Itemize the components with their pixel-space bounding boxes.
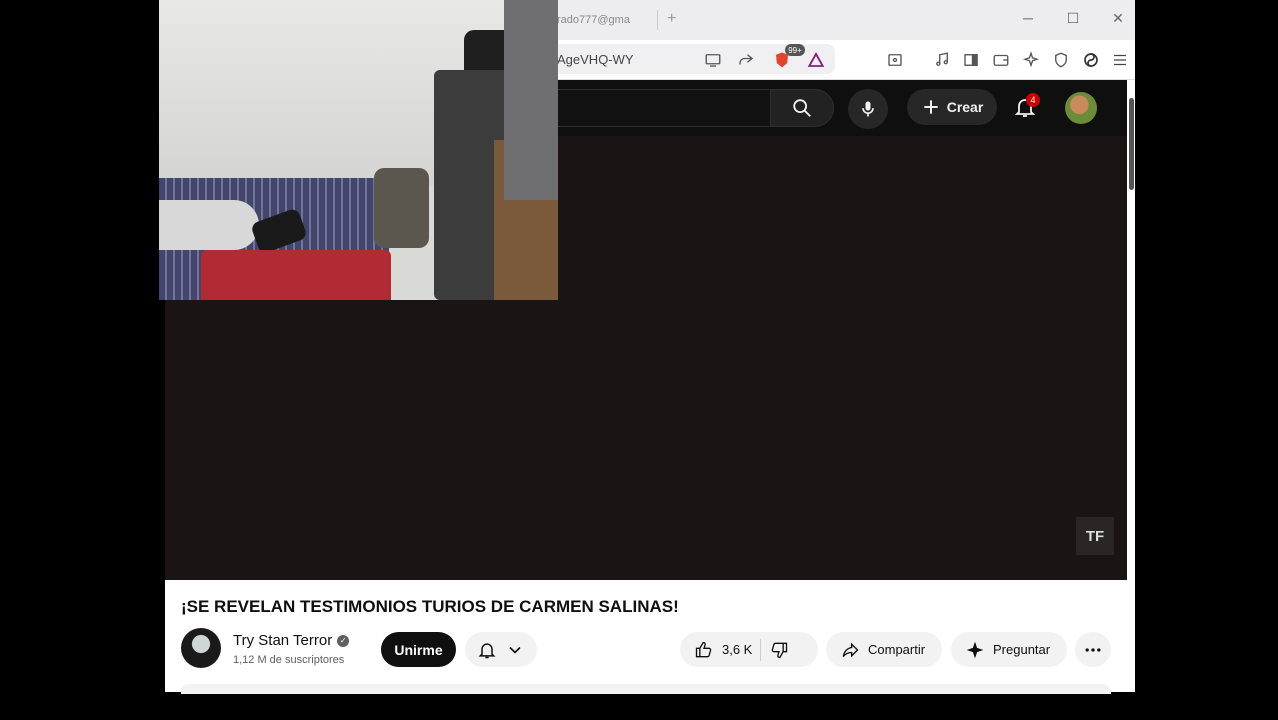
channel-name-row[interactable]: Try Stan Terror ✓ — [233, 632, 350, 649]
channel-avatar[interactable] — [181, 628, 221, 668]
menu-icon[interactable] — [1110, 50, 1130, 70]
create-label: Crear — [946, 99, 984, 115]
brave-rewards-icon[interactable] — [806, 50, 826, 70]
like-dislike-group: 3,6 K — [680, 632, 818, 667]
create-button[interactable]: Crear — [907, 89, 997, 125]
plus-icon — [924, 100, 938, 114]
webcam-overlay — [159, 0, 558, 300]
description-box[interactable] — [181, 684, 1111, 694]
share-page-icon[interactable] — [736, 50, 756, 70]
sparkle-icon — [966, 641, 984, 658]
subscription-bell-button[interactable] — [465, 632, 537, 667]
microphone-icon — [862, 101, 874, 117]
wallet-icon[interactable] — [991, 50, 1011, 70]
bell-icon — [478, 642, 496, 658]
more-horizontal-icon — [1085, 647, 1101, 652]
more-actions-button[interactable] — [1075, 632, 1111, 667]
reader-mode-icon[interactable] — [885, 50, 905, 70]
minimize-button[interactable]: ─ — [1018, 10, 1038, 26]
search-input[interactable] — [555, 89, 770, 127]
account-avatar[interactable] — [1065, 92, 1097, 124]
profile-swirl-icon[interactable] — [1081, 50, 1101, 70]
leo-ai-icon[interactable] — [1021, 50, 1041, 70]
browser-tab[interactable]: rado777@gma — [557, 8, 657, 32]
webcam-jacket — [504, 0, 558, 200]
media-icon[interactable] — [932, 50, 952, 70]
webcam-basket — [201, 250, 391, 300]
like-icon[interactable] — [694, 640, 714, 660]
video-title: ¡SE REVELAN TESTIMONIOS TURIOS DE CARMEN… — [181, 597, 679, 616]
sidebar-icon[interactable] — [961, 50, 981, 70]
cast-icon[interactable] — [703, 50, 723, 70]
scrollbar-thumb[interactable] — [1129, 98, 1134, 190]
search-button[interactable] — [770, 89, 834, 127]
webcam-leg — [159, 200, 259, 250]
new-tab-icon[interactable]: + — [667, 8, 676, 30]
ask-button[interactable]: Preguntar — [951, 632, 1067, 667]
search-icon — [793, 99, 811, 117]
maximize-button[interactable]: ☐ — [1063, 10, 1083, 27]
like-count[interactable]: 3,6 K — [722, 642, 752, 657]
like-divider — [760, 638, 762, 661]
voice-search-button[interactable] — [848, 89, 888, 129]
ask-label: Preguntar — [993, 642, 1051, 657]
share-button[interactable]: Compartir — [826, 632, 942, 667]
chevron-down-icon — [509, 646, 521, 654]
channel-name[interactable]: Try Stan Terror — [233, 632, 332, 649]
subscriber-count: 1,12 M de suscriptores — [233, 654, 345, 666]
close-button[interactable]: ✕ — [1108, 10, 1128, 27]
dislike-icon[interactable] — [769, 640, 789, 660]
notification-badge: 4 — [1026, 93, 1040, 107]
share-label: Compartir — [868, 642, 926, 657]
join-button[interactable]: Unirme — [381, 632, 456, 667]
tab-separator — [657, 10, 658, 30]
screen: rado777@gma + ─ ☐ ✕ AgeVHQ-WY 99+ Crear … — [0, 0, 1278, 720]
address-bar-url[interactable]: AgeVHQ-WY — [557, 52, 634, 67]
vpn-shield-icon[interactable] — [1051, 50, 1071, 70]
webcam-bag — [374, 168, 429, 248]
shields-badge: 99+ — [785, 44, 805, 56]
verified-icon: ✓ — [337, 634, 350, 647]
channel-watermark[interactable]: TF — [1076, 517, 1114, 555]
share-icon — [842, 642, 859, 657]
